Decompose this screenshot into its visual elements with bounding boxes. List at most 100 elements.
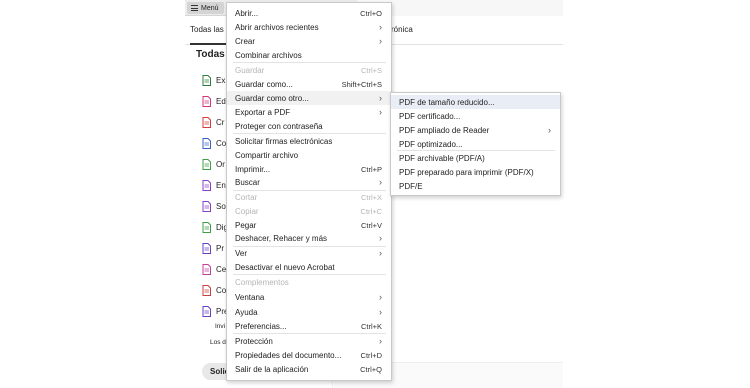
tool-item-prepare-form[interactable]: Pre [201, 304, 228, 318]
menu-item-guardar-como[interactable]: Guardar como... Shift+Ctrl+S [227, 77, 391, 91]
menu-item-shortcut: Shift+Ctrl+S [341, 79, 382, 89]
submenu-item-pdf-e[interactable]: PDF/E [391, 179, 560, 193]
submenu-item-label: PDF ampliado de Reader [399, 125, 490, 135]
sub-item-invite[interactable]: Invi [215, 323, 225, 330]
tool-item-edit-pdf[interactable]: Ed [201, 94, 226, 108]
submenu-item-pdf-preparado-para-imprimir-pdf-x[interactable]: PDF preparado para imprimir (PDF/X) [391, 165, 560, 179]
menu-item-label: Guardar como otro... [235, 93, 309, 103]
menu-item-label: Pegar [235, 220, 257, 230]
menu-item-exportar-a-pdf[interactable]: Exportar a PDF › [227, 105, 391, 119]
menu-item-buscar[interactable]: Buscar › [227, 175, 391, 189]
tool-item-send[interactable]: En [201, 178, 226, 192]
sub-item-docs[interactable]: Los d [210, 339, 226, 346]
menu-item-label: Protección [235, 336, 273, 346]
menu-item-guardar-como-otro[interactable]: Guardar como otro... › [227, 91, 391, 105]
menu-item-ver[interactable]: Ver › [227, 246, 391, 260]
menu-item-proteccion[interactable]: Protección › [227, 334, 391, 348]
tool-item-export-pdf[interactable]: Ex [201, 73, 225, 87]
menu-item-crear[interactable]: Crear › [227, 34, 391, 48]
tool-item-label: Ex [216, 75, 226, 85]
menu-item-label: Guardar [235, 65, 265, 75]
menu-item-abrir-archivos-recientes[interactable]: Abrir archivos recientes › [227, 20, 391, 34]
menu-item-shortcut: Ctrl+C [360, 206, 382, 216]
submenu-item-label: PDF preparado para imprimir (PDF/X) [399, 167, 534, 177]
submenu-item-pdf-certificado[interactable]: PDF certificado... [391, 109, 560, 123]
menu-item-label: Compartir archivo [235, 150, 299, 160]
chevron-right-icon: › [548, 125, 551, 135]
export-pdf-icon [201, 74, 211, 86]
tool-item-combine-files[interactable]: Co [201, 136, 226, 150]
tool-item-organize-pages[interactable]: Or [201, 157, 225, 171]
save-as-other-submenu: PDF de tamaño reducido... PDF certificado… [390, 92, 561, 196]
prepare-form-icon [201, 305, 211, 317]
submenu-item-pdf-archivable-pdf-a[interactable]: PDF archivable (PDF/A) [391, 151, 560, 165]
menu-item-shortcut: Ctrl+S [360, 65, 382, 75]
menu-item-label: Imprimir... [235, 164, 271, 174]
tool-item-protect[interactable]: Pr [201, 241, 224, 255]
menu-item-label: Combinar archivos [235, 50, 302, 60]
menu-item-desactivar-el-nuevo-acrobat[interactable]: Desactivar el nuevo Acrobat [227, 260, 391, 274]
menu-item-abrir[interactable]: Abrir... Ctrl+O [227, 6, 391, 20]
menu-item-shortcut: Ctrl+D [360, 350, 382, 360]
tab-right[interactable]: rónica [391, 25, 413, 34]
protect-icon [201, 242, 211, 254]
submenu-item-pdf-optimizado[interactable]: PDF optimizado... [391, 137, 560, 151]
menu-item-propiedades-del-documento[interactable]: Propiedades del documento... Ctrl+D [227, 348, 391, 362]
submenu-item-pdf-ampliado-de-reader[interactable]: PDF ampliado de Reader › [391, 123, 560, 137]
menu-button-label: Menú [201, 4, 219, 12]
submenu-item-pdf-de-tamano-reducido[interactable]: PDF de tamaño reducido... [391, 95, 560, 109]
submenu-item-label: PDF/E [399, 181, 423, 191]
tool-item-label: Ce [216, 264, 227, 274]
compare-icon [201, 284, 211, 296]
tool-item-certificate[interactable]: Ce [201, 262, 226, 276]
menu-item-cortar: Cortar Ctrl+X [227, 190, 391, 204]
tool-item-compare[interactable]: Co [201, 283, 226, 297]
menu-item-pegar[interactable]: Pegar Ctrl+V [227, 218, 391, 232]
menu-item-label: Deshacer, Rehacer y más [235, 233, 328, 243]
chevron-right-icon: › [379, 93, 382, 103]
menu-item-label: Complementos [235, 277, 289, 287]
hamburger-icon [191, 5, 198, 11]
menu-item-deshacer-rehacer-y-mas[interactable]: Deshacer, Rehacer y más › [227, 231, 391, 245]
chevron-right-icon: › [379, 292, 382, 302]
menu-item-imprimir[interactable]: Imprimir... Ctrl+P [227, 162, 391, 176]
tool-item-sign[interactable]: So [201, 199, 226, 213]
organize-pages-icon [201, 158, 211, 170]
create-pdf-icon [201, 116, 211, 128]
chevron-right-icon: › [379, 107, 382, 117]
menu-item-combinar-archivos[interactable]: Combinar archivos [227, 48, 391, 62]
tool-item-scan[interactable]: Dig [201, 220, 228, 234]
tool-item-label: Ed [216, 96, 226, 106]
tab-all-tools[interactable]: Todas las [190, 25, 224, 34]
menu-item-label: Solicitar firmas electrónicas [235, 136, 333, 146]
menu-item-label: Buscar [235, 177, 260, 187]
menu-item-label: Copiar [235, 206, 259, 216]
menu-item-ayuda[interactable]: Ayuda › [227, 305, 391, 319]
menu-item-shortcut: Ctrl+X [360, 192, 382, 202]
menu-button[interactable]: Menú [187, 2, 224, 14]
menu-item-label: Desactivar el nuevo Acrobat [235, 262, 335, 272]
menu-item-label: Abrir... [235, 8, 259, 18]
tool-item-label: En [216, 180, 226, 190]
chevron-right-icon: › [379, 248, 382, 258]
edit-pdf-icon [201, 95, 211, 107]
sign-icon [201, 200, 211, 212]
menu-item-label: Propiedades del documento... [235, 350, 342, 360]
submenu-item-label: PDF optimizado... [399, 139, 463, 149]
menu-item-shortcut: Ctrl+O [360, 8, 382, 18]
menu-item-label: Salir de la aplicación [235, 364, 309, 374]
menu-item-salir-de-la-aplicacion[interactable]: Salir de la aplicación Ctrl+Q [227, 362, 391, 376]
menu-item-shortcut: Ctrl+P [360, 164, 382, 174]
chevron-right-icon: › [379, 36, 382, 46]
menu-item-copiar: Copiar Ctrl+C [227, 204, 391, 218]
menu-item-proteger-con-contrasena[interactable]: Proteger con contraseña [227, 119, 391, 133]
menu-item-label: Preferencias... [235, 321, 287, 331]
tool-item-create-pdf[interactable]: Cr [201, 115, 224, 129]
menu-item-compartir-archivo[interactable]: Compartir archivo [227, 148, 391, 162]
scan-icon [201, 221, 211, 233]
menu-item-label: Ver [235, 248, 248, 258]
menu-item-solicitar-firmas-electronicas[interactable]: Solicitar firmas electrónicas [227, 134, 391, 148]
menu-item-preferencias[interactable]: Preferencias... Ctrl+K [227, 319, 391, 333]
menu-item-label: Ventana [235, 292, 265, 302]
menu-item-ventana[interactable]: Ventana › [227, 290, 391, 304]
